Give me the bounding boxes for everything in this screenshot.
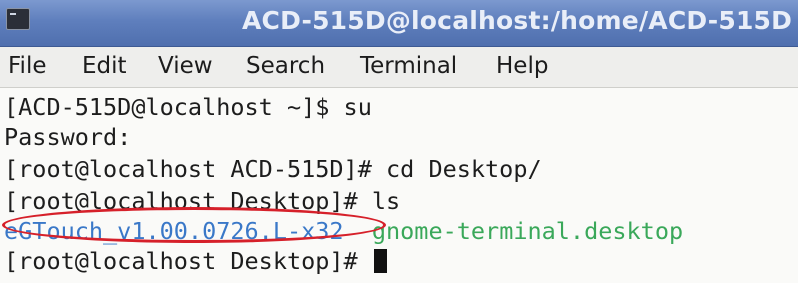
terminal-line: [root@localhost Desktop]# ls	[4, 187, 401, 215]
terminal-line-listing: eGTouch_v1.00.0726.L-x32 gnome-terminal.…	[4, 216, 683, 246]
menu-search[interactable]: Search	[246, 53, 325, 79]
menu-bar: File Edit View Search Terminal Help	[0, 47, 798, 88]
menu-help[interactable]: Help	[496, 53, 548, 79]
terminal-output[interactable]: [ACD-515D@localhost ~]$ su Password: [ro…	[0, 88, 798, 283]
gnome-terminal-desktop-file: gnome-terminal.desktop	[371, 217, 684, 245]
menu-view[interactable]: View	[158, 53, 213, 79]
text-cursor	[373, 249, 387, 273]
terminal-icon[interactable]	[6, 8, 30, 30]
terminal-prompt-line: [root@localhost Desktop]#	[4, 246, 387, 276]
terminal-window: ACD-515D@localhost:/home/ACD-515D File E…	[0, 0, 798, 283]
menu-file[interactable]: File	[8, 53, 47, 79]
terminal-prompt: [root@localhost Desktop]#	[4, 247, 372, 275]
terminal-line: [ACD-515D@localhost ~]$ su	[4, 93, 372, 121]
terminal-line: Password:	[4, 123, 132, 151]
menu-terminal[interactable]: Terminal	[360, 53, 457, 79]
terminal-line: [root@localhost ACD-515D]# cd Desktop/	[4, 155, 542, 183]
menu-edit[interactable]: Edit	[82, 53, 127, 79]
egtouch-directory: eGTouch_v1.00.0726.L-x32	[4, 217, 344, 245]
title-bar[interactable]: ACD-515D@localhost:/home/ACD-515D	[0, 0, 798, 47]
window-title: ACD-515D@localhost:/home/ACD-515D	[242, 6, 793, 35]
